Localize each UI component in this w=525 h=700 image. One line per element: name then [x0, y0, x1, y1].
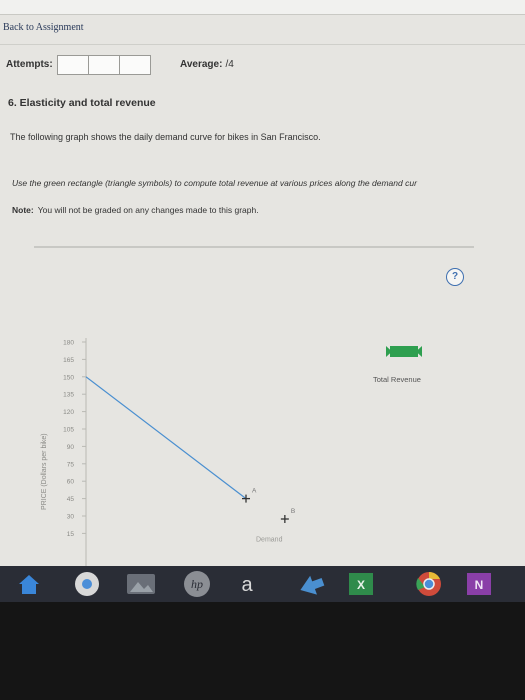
onenote-icon[interactable]: N [464, 570, 494, 598]
graph-divider [34, 246, 474, 248]
y-tick-label: 30 [67, 514, 75, 521]
svg-text:hp: hp [191, 577, 203, 591]
question-title: 6. Elasticity and total revenue [8, 97, 156, 109]
demand-point-label: A [252, 488, 257, 495]
y-axis-label: PRICE (Dollars per bike) [41, 433, 48, 510]
chrome-icon-2[interactable] [414, 570, 444, 598]
demand-line [85, 376, 247, 500]
note-text: You will not be graded on any changes ma… [37, 205, 259, 215]
y-tick-label: 45 [67, 496, 75, 503]
demand-points: AB [242, 488, 295, 523]
attempt-box [88, 55, 120, 75]
photos-icon[interactable] [124, 570, 158, 598]
demand-graph[interactable]: 180 165 150 135 120 105 90 75 60 45 30 15 PRICE (Do… [0, 290, 525, 566]
excel-icon[interactable]: X [346, 570, 376, 598]
y-tick-label: 135 [63, 392, 74, 399]
question-instruction: Use the green rectangle (triangle symbol… [12, 178, 417, 188]
help-button[interactable]: ? [446, 268, 464, 286]
svg-text:a: a [241, 574, 253, 596]
demand-point[interactable]: B [280, 508, 295, 523]
y-tick-label: 15 [67, 531, 75, 538]
svg-text:X: X [357, 578, 365, 592]
monitor-bezel [0, 602, 525, 700]
total-revenue-rect [390, 346, 418, 357]
question-note: Note: You will not be graded on any chang… [12, 205, 259, 215]
y-tick-label: 105 [63, 427, 74, 434]
attempts-label: Attempts: [6, 59, 53, 70]
legend-label: Total Revenue [373, 375, 421, 384]
attempt-boxes [57, 55, 151, 75]
demand-point[interactable]: A [242, 488, 257, 503]
demand-point-label: B [291, 508, 295, 515]
average-label-text: Average: [180, 59, 223, 70]
average-value: /4 [225, 59, 234, 70]
hp-icon[interactable]: hp [180, 570, 214, 598]
y-tick-label: 90 [67, 444, 75, 451]
y-tick-label: 150 [63, 374, 74, 381]
attempt-box [57, 55, 89, 75]
y-tick-label: 120 [63, 409, 74, 416]
note-label: Note: [12, 205, 34, 215]
y-tick-label: 165 [63, 357, 74, 364]
svg-text:N: N [475, 578, 484, 592]
attempt-box [119, 55, 151, 75]
chrome-icon[interactable] [72, 570, 102, 598]
question-intro: The following graph shows the daily dema… [10, 132, 321, 142]
back-to-assignment-link[interactable]: Back to Assignment [3, 22, 84, 33]
y-tick-label: 180 [63, 340, 74, 347]
top-bar [0, 0, 525, 15]
y-ticks: 180 165 150 135 120 105 90 75 60 45 30 15 [63, 340, 86, 538]
arrow-icon[interactable] [296, 570, 326, 598]
total-revenue-tool[interactable] [386, 346, 422, 357]
taskbar: hp a X N [0, 566, 525, 602]
attempts-row: Attempts: Average:/4 [0, 44, 525, 85]
amazon-icon[interactable]: a [232, 570, 262, 598]
y-tick-label: 60 [67, 479, 75, 486]
home-icon[interactable] [14, 570, 44, 598]
y-tick-label: 75 [67, 461, 75, 468]
average-label: Average:/4 [180, 59, 234, 70]
demand-curve-label: Demand [256, 536, 283, 543]
